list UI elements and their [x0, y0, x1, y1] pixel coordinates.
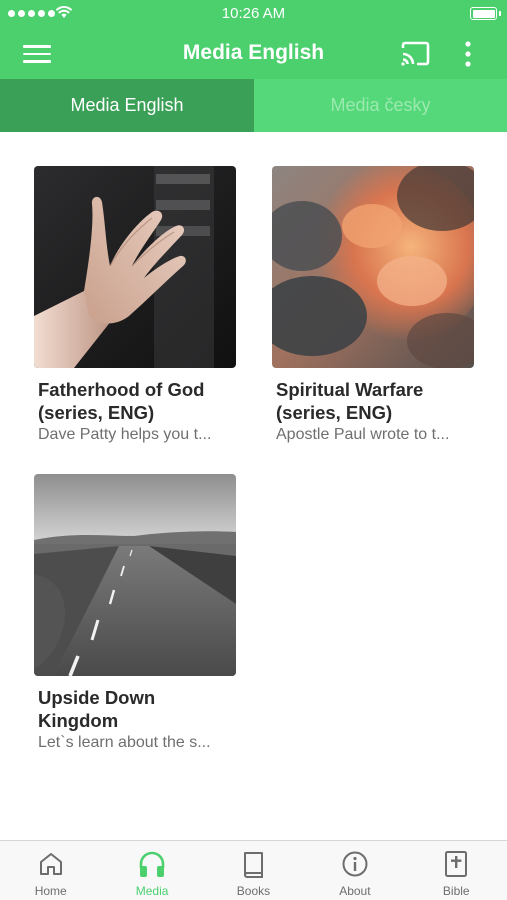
nav-media[interactable]: Media	[101, 841, 202, 900]
media-card-title-line1: Upside Down	[38, 687, 156, 708]
media-card-upside-down-kingdom[interactable]: Upside Down Kingdom Let`s learn about th…	[34, 474, 238, 754]
media-card-title-line2: (series, ENG)	[276, 402, 393, 423]
media-thumbnail-hand	[34, 166, 236, 368]
media-card-title-line2: (series, ENG)	[38, 402, 155, 423]
app-bar: Media English	[0, 28, 507, 79]
media-card-title-line1: Fatherhood of God	[38, 379, 205, 400]
nav-label: About	[339, 884, 371, 898]
home-icon	[39, 853, 62, 875]
media-card-title: Upside Down Kingdom	[34, 686, 238, 732]
nav-label: Bible	[442, 884, 470, 898]
status-time: 10:26 AM	[221, 5, 286, 22]
media-card-title: Fatherhood of God (series, ENG)	[34, 378, 238, 424]
nav-books[interactable]: Books	[203, 841, 304, 900]
book-icon	[244, 852, 264, 878]
media-card-description: Let`s learn about the s...	[38, 734, 211, 751]
media-thumbnail-road	[34, 474, 236, 676]
battery-icon	[470, 7, 501, 20]
media-card-title-line1: Spiritual Warfare	[276, 379, 424, 400]
nav-label: Media	[135, 884, 169, 898]
status-bar: 10:26 AM	[0, 0, 507, 28]
bottom-navigation: Home Media Books About Bible	[0, 840, 507, 900]
cast-icon[interactable]	[399, 40, 431, 68]
media-thumbnail-clouds	[272, 166, 474, 368]
tab-media-cesky[interactable]: Media česky	[254, 79, 507, 132]
media-card-description: Dave Patty helps you t...	[38, 426, 212, 443]
media-card-spiritual-warfare[interactable]: Spiritual Warfare (series, ENG) Apostle …	[272, 166, 476, 446]
info-icon	[342, 851, 368, 877]
bible-icon	[445, 851, 468, 877]
tab-media-english[interactable]: Media English	[0, 79, 254, 132]
nav-about[interactable]: About	[304, 841, 405, 900]
media-card-title-line2: Kingdom	[38, 710, 119, 731]
nav-label: Home	[34, 884, 67, 898]
more-options-icon[interactable]	[459, 40, 477, 68]
media-card-description: Apostle Paul wrote to t...	[276, 426, 450, 443]
tab-bar: Media English Media česky	[0, 79, 507, 132]
media-card-title: Spiritual Warfare (series, ENG)	[272, 378, 476, 424]
headphones-icon	[139, 851, 165, 877]
nav-label: Books	[236, 884, 271, 898]
media-card-fatherhood[interactable]: Fatherhood of God (series, ENG) Dave Pat…	[34, 166, 238, 446]
nav-bible[interactable]: Bible	[406, 841, 507, 900]
nav-home[interactable]: Home	[0, 841, 101, 900]
